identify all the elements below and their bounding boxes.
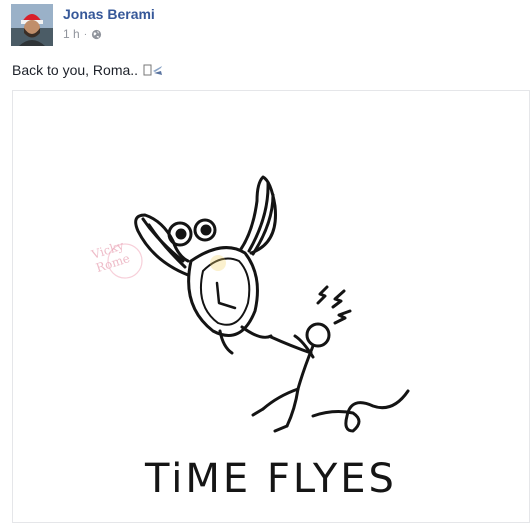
post-text-content: Back to you, Roma..: [12, 62, 139, 78]
post-time[interactable]: 1 h: [63, 27, 80, 41]
image-caption: TiME FLYES: [145, 456, 397, 502]
avatar[interactable]: [11, 4, 53, 46]
post-meta: 1 h ·: [63, 27, 102, 41]
airplane-icon: [143, 64, 162, 76]
author-name[interactable]: Jonas Berami: [63, 6, 155, 22]
post-text: Back to you, Roma..: [12, 62, 163, 78]
post-container: Jonas Berami 1 h · Back to you, Roma.. V…: [0, 0, 532, 525]
avatar-image: [11, 4, 53, 46]
post-image[interactable]: Vicky Rome TiME FLYES: [12, 90, 530, 523]
globe-icon[interactable]: [91, 29, 102, 40]
meta-separator: ·: [83, 28, 88, 40]
